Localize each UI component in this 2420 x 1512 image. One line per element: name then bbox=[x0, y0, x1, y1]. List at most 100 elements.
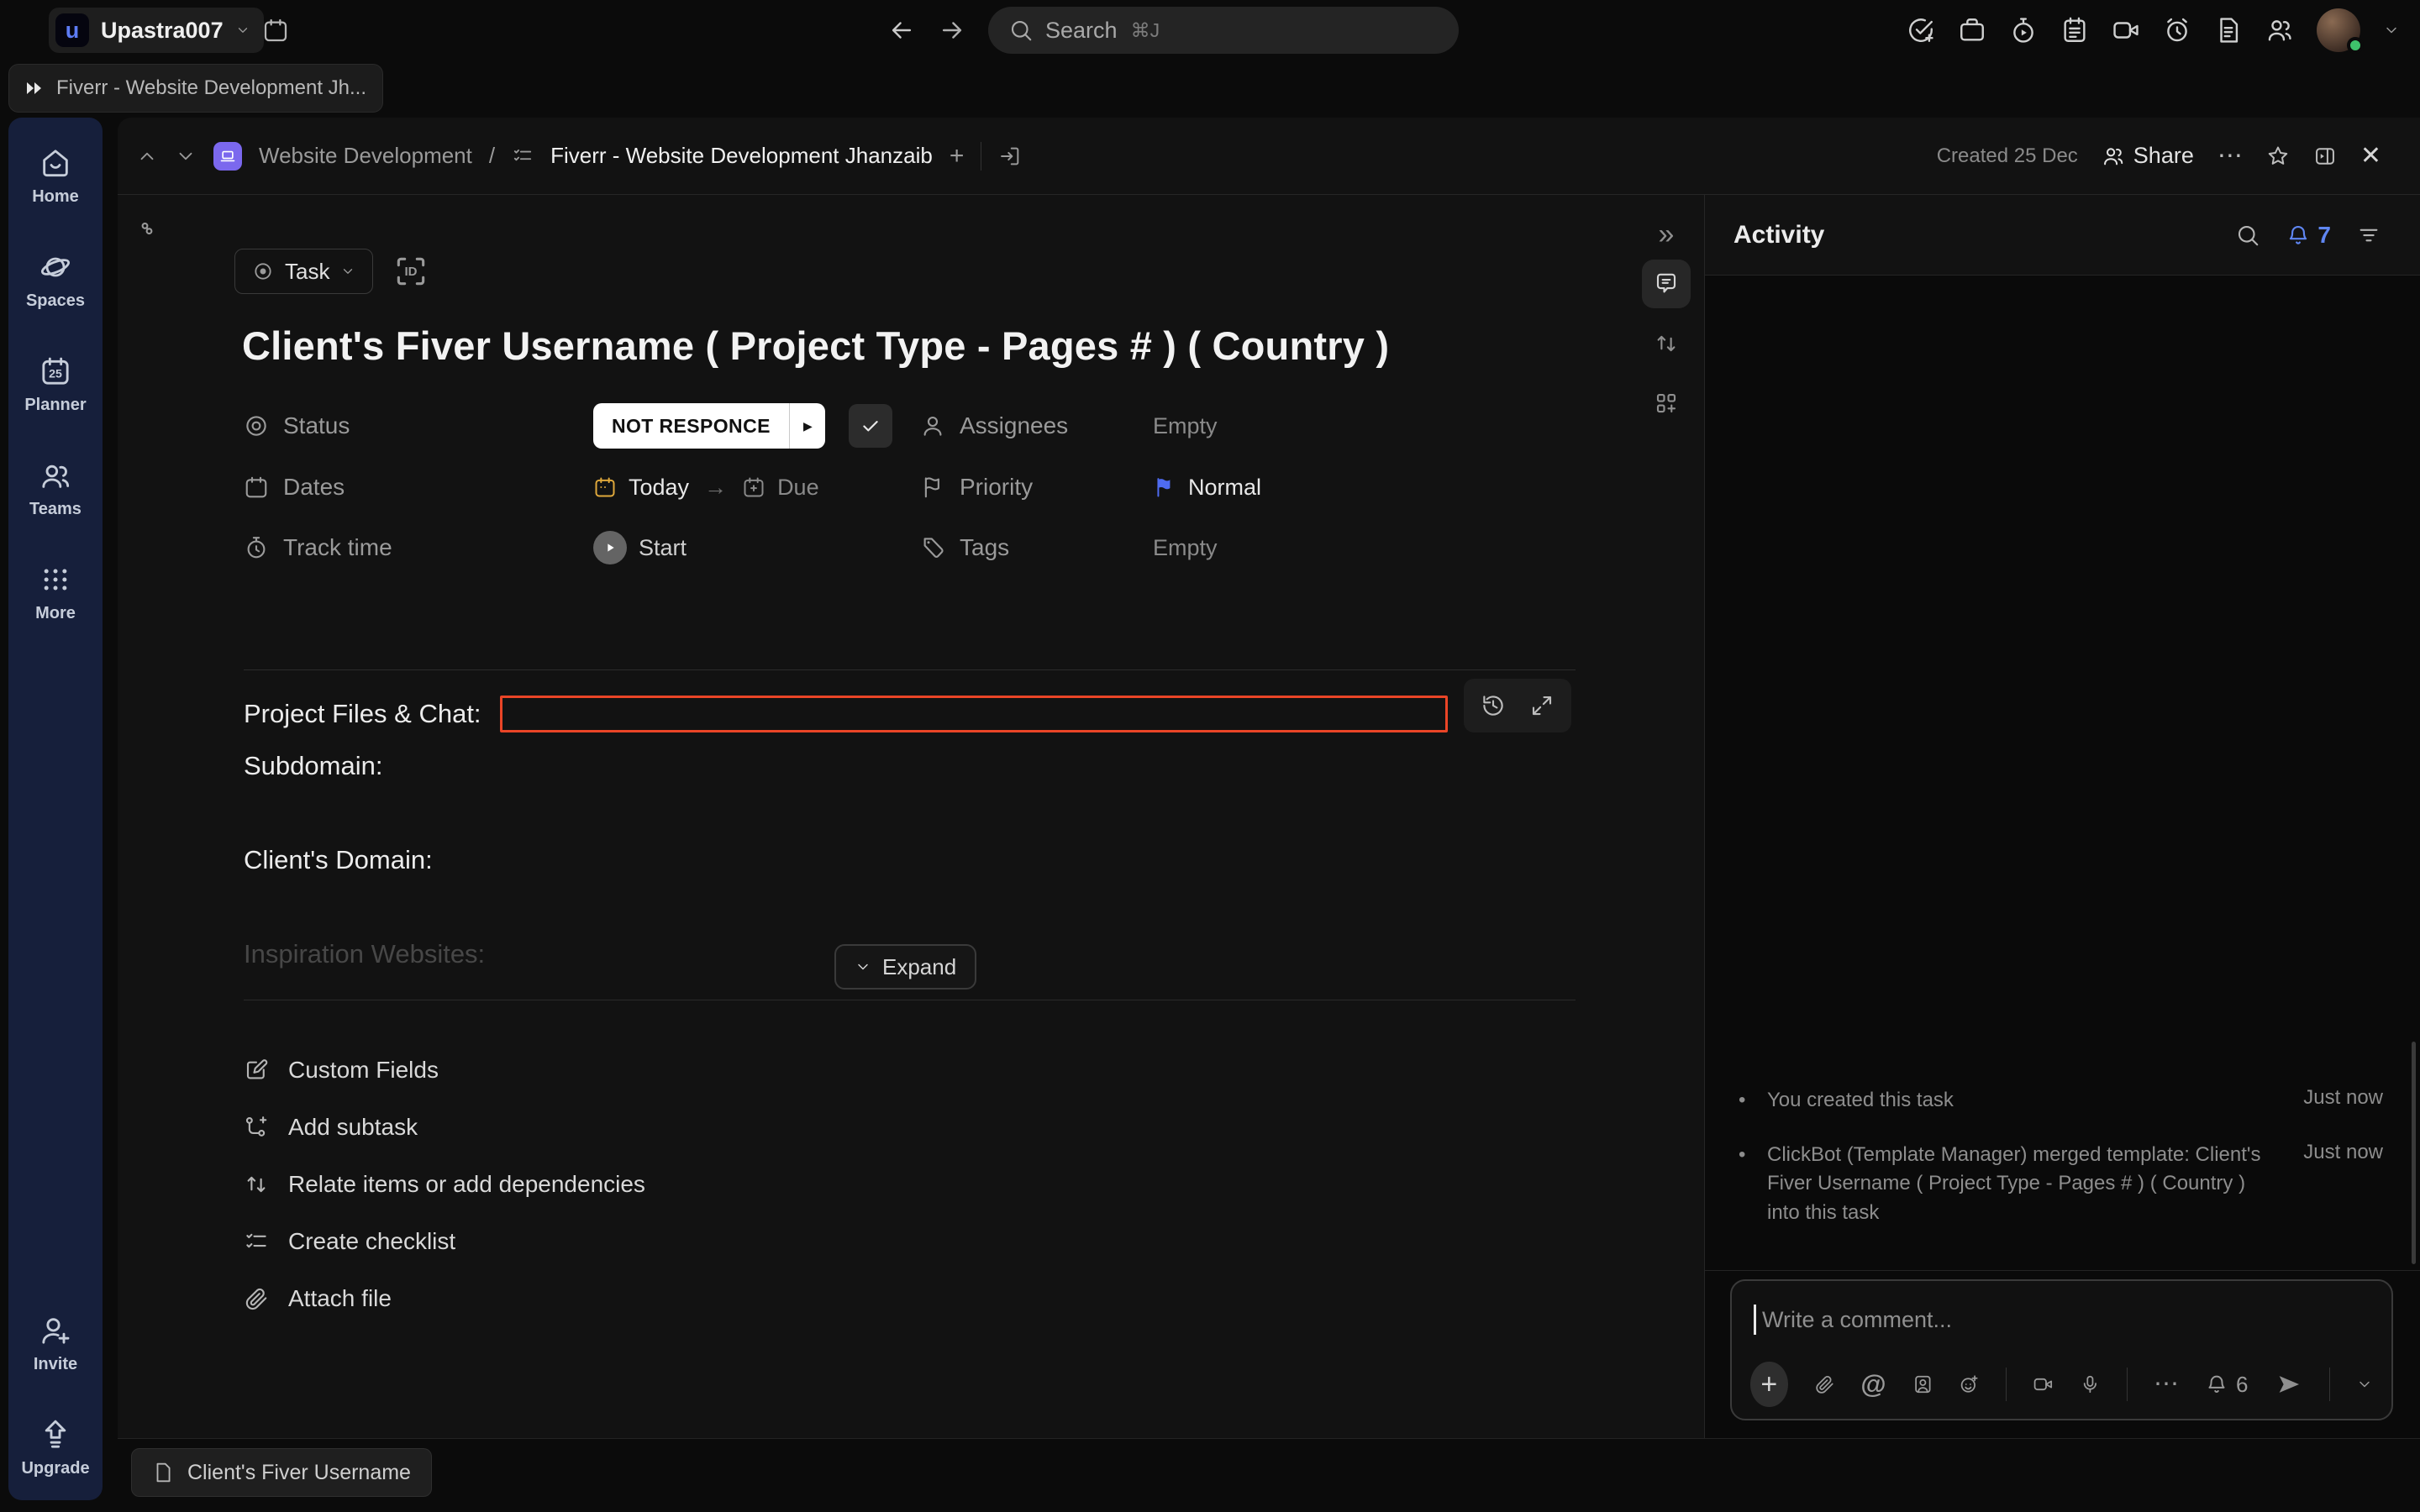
microphone-icon[interactable] bbox=[2080, 1372, 2101, 1397]
activity-panel: Activity 7 • You created this task Just … bbox=[1704, 195, 2420, 1438]
custom-fields-button[interactable]: Custom Fields bbox=[244, 1042, 645, 1099]
record-clip-icon[interactable] bbox=[2033, 1372, 2054, 1397]
search-placeholder: Search bbox=[1045, 17, 1118, 43]
briefcase-icon[interactable] bbox=[1958, 16, 1986, 45]
description-line-1[interactable]: Project Files & Chat: bbox=[244, 696, 1448, 732]
mention-icon[interactable]: @ bbox=[1860, 1369, 1886, 1399]
description-line-4[interactable]: Inspiration Websites: bbox=[244, 939, 485, 969]
field-row-priority: Priority Normal bbox=[920, 460, 1261, 514]
relate-items-button[interactable]: Relate items or add dependencies bbox=[244, 1156, 645, 1213]
attach-file-button[interactable]: Attach file bbox=[244, 1270, 645, 1327]
comment-area: Write a comment... + @ ⋯ 6 bbox=[1705, 1270, 2420, 1438]
tab-fiverr-website-development[interactable]: Fiverr - Website Development Jh... bbox=[8, 64, 383, 113]
task-title[interactable]: Client's Fiver Username ( Project Type -… bbox=[242, 323, 1389, 369]
dates-field-label[interactable]: Dates bbox=[244, 474, 593, 501]
emoji-add-icon[interactable] bbox=[1959, 1372, 1980, 1397]
search-icon[interactable] bbox=[2235, 223, 2260, 248]
next-task-icon[interactable] bbox=[175, 145, 197, 167]
top-bar: u Upastra007 Search ⌘J bbox=[0, 0, 2420, 60]
share-label: Share bbox=[2133, 143, 2194, 168]
status-field-label[interactable]: Status bbox=[244, 412, 593, 439]
prev-task-icon[interactable] bbox=[136, 145, 158, 167]
back-arrow-icon[interactable] bbox=[887, 16, 916, 45]
link-path-icon[interactable] bbox=[139, 220, 164, 245]
collapse-panel-icon[interactable]: » bbox=[1659, 220, 1675, 249]
assignees-field-label[interactable]: Assignees bbox=[920, 412, 1153, 439]
mark-complete-button[interactable] bbox=[849, 404, 893, 448]
due-date-value[interactable]: Due bbox=[777, 475, 819, 501]
breadcrumb-task-name[interactable]: Fiverr - Website Development Jhanzaib bbox=[550, 143, 933, 169]
track-time-field-label[interactable]: Track time bbox=[244, 534, 593, 561]
sidebar-item-teams[interactable]: Teams bbox=[29, 459, 82, 519]
new-task-icon[interactable] bbox=[1907, 16, 1935, 45]
comment-watchers-button[interactable]: 6 bbox=[2205, 1371, 2249, 1398]
favorite-star-icon[interactable] bbox=[2266, 144, 2290, 168]
comment-more-icon[interactable]: ⋯ bbox=[2154, 1372, 2179, 1397]
tags-value[interactable]: Empty bbox=[1153, 535, 1218, 561]
add-attachment-button[interactable]: + bbox=[1750, 1362, 1788, 1407]
search-input[interactable]: Search ⌘J bbox=[988, 7, 1459, 54]
filter-icon[interactable] bbox=[2356, 223, 2381, 248]
tab-bar: Fiverr - Website Development Jh... bbox=[8, 64, 383, 113]
reminder-icon[interactable] bbox=[2163, 16, 2191, 45]
workspace-switcher[interactable]: u Upastra007 bbox=[49, 8, 264, 53]
panel-layout-icon[interactable] bbox=[2313, 144, 2337, 168]
expand-description-button[interactable]: Expand bbox=[834, 944, 977, 990]
history-icon[interactable] bbox=[1481, 693, 1506, 718]
priority-field-label[interactable]: Priority bbox=[920, 474, 1153, 501]
start-timer-button[interactable] bbox=[593, 531, 627, 564]
space-icon[interactable] bbox=[213, 141, 242, 171]
sidebar-item-home[interactable]: Home bbox=[32, 146, 79, 207]
divider bbox=[2126, 1368, 2128, 1401]
sidebar-item-spaces[interactable]: Spaces bbox=[26, 250, 85, 311]
notifications-button[interactable]: 7 bbox=[2286, 222, 2331, 249]
user-avatar[interactable] bbox=[2317, 8, 2364, 54]
scrollbar-thumb[interactable] bbox=[2412, 1042, 2416, 1264]
breadcrumb-space[interactable]: Website Development bbox=[259, 143, 472, 169]
sidebar-item-invite[interactable]: Invite bbox=[34, 1314, 77, 1374]
people-icon[interactable] bbox=[2265, 16, 2294, 45]
start-date-value[interactable]: Today bbox=[629, 475, 689, 501]
sidebar-item-more[interactable]: More bbox=[35, 563, 76, 623]
track-time-value[interactable]: Start bbox=[639, 535, 687, 561]
status-value-button[interactable]: NOT RESPONCE ▶ bbox=[593, 403, 826, 449]
apps-tab-button[interactable] bbox=[1642, 379, 1691, 428]
tags-field-label[interactable]: Tags bbox=[920, 534, 1153, 561]
watcher-count: 6 bbox=[2236, 1371, 2249, 1397]
relationships-tab-button[interactable] bbox=[1642, 319, 1691, 368]
share-button[interactable]: Share bbox=[2102, 143, 2194, 169]
description-line-3[interactable]: Client's Domain: bbox=[244, 845, 433, 875]
avatar-frame-icon[interactable] bbox=[1912, 1372, 1933, 1397]
task-id-button[interactable]: ID bbox=[392, 253, 429, 290]
expand-fullscreen-icon[interactable] bbox=[1529, 693, 1555, 718]
breadcrumb-separator: / bbox=[488, 143, 496, 168]
highlighted-empty-field[interactable] bbox=[499, 696, 1448, 732]
docs-icon[interactable] bbox=[2214, 16, 2243, 45]
chevron-down-icon[interactable] bbox=[2383, 22, 2400, 39]
open-in-new-icon[interactable] bbox=[998, 144, 1022, 168]
comment-input[interactable]: Write a comment... + @ ⋯ 6 bbox=[1730, 1279, 2393, 1420]
send-icon[interactable] bbox=[2275, 1370, 2303, 1399]
description-line-2[interactable]: Subdomain: bbox=[244, 751, 382, 781]
sidebar-item-planner[interactable]: 25 Planner bbox=[24, 354, 87, 415]
forward-arrow-icon[interactable] bbox=[938, 16, 966, 45]
task-type-selector[interactable]: Task bbox=[234, 249, 374, 294]
planet-icon bbox=[40, 257, 71, 277]
add-tab-icon[interactable]: + bbox=[950, 143, 965, 169]
status-next-icon[interactable]: ▶ bbox=[790, 403, 825, 449]
paperclip-icon[interactable] bbox=[1814, 1372, 1835, 1397]
sidebar-item-upgrade[interactable]: Upgrade bbox=[21, 1418, 90, 1478]
notepad-icon[interactable] bbox=[2060, 16, 2089, 45]
minimized-task-tray-item[interactable]: Client's Fiver Username bbox=[131, 1448, 432, 1497]
calendar-icon[interactable] bbox=[262, 17, 289, 44]
priority-value[interactable]: Normal bbox=[1188, 475, 1261, 501]
timer-icon[interactable] bbox=[2009, 16, 2038, 45]
more-options-icon[interactable]: ⋯ bbox=[2217, 143, 2243, 169]
comments-tab-button[interactable] bbox=[1642, 260, 1691, 308]
clip-record-icon[interactable] bbox=[2112, 16, 2140, 45]
add-subtask-button[interactable]: Add subtask bbox=[244, 1099, 645, 1156]
close-icon[interactable]: ✕ bbox=[2360, 143, 2381, 169]
create-checklist-button[interactable]: Create checklist bbox=[244, 1213, 645, 1270]
assignees-value[interactable]: Empty bbox=[1153, 413, 1218, 439]
chevron-down-icon[interactable] bbox=[2356, 1376, 2373, 1393]
